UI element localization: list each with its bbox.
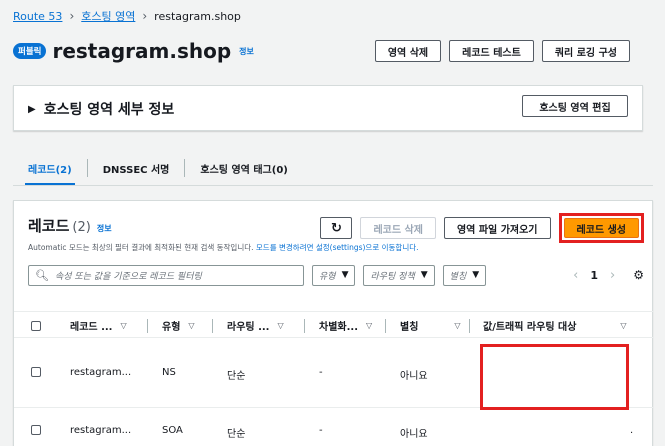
query-logging-button[interactable]: 쿼리 로깅 구성 <box>541 40 630 62</box>
tab-bar: 레코드(2) DNSSEC 서명 호스팅 영역 태그(0) <box>13 154 303 186</box>
create-record-button[interactable]: 레코드 생성 <box>563 218 639 238</box>
record-type: SOA <box>162 425 183 436</box>
refresh-button[interactable]: ↻ <box>320 217 353 239</box>
tab-underline <box>13 185 653 186</box>
record-differentiator: - <box>319 367 323 378</box>
pagination: ‹ 1 › ⚙ <box>573 264 644 286</box>
record-type: NS <box>162 367 176 378</box>
records-panel: 레코드 (2) 정보 Automatic 모드는 최상의 필터 결과에 최적화된… <box>13 200 654 446</box>
page-number[interactable]: 1 <box>590 269 598 282</box>
record-routing: 단순 <box>227 371 246 382</box>
chevron-right-icon: › <box>69 9 75 23</box>
page-header: 퍼블릭 restagram.shop 정보 <box>13 39 254 63</box>
sort-icon[interactable]: ▽ <box>366 321 372 330</box>
breadcrumb-route53[interactable]: Route 53 <box>13 10 62 23</box>
description-text: Automatic 모드는 최상의 필터 결과에 최적화된 현재 검색 동작입니… <box>28 243 256 252</box>
delete-record-button[interactable]: 레코드 삭제 <box>360 217 436 239</box>
record-differentiator: - <box>319 425 323 436</box>
col-alias[interactable]: 별칭 ▽ <box>400 312 461 339</box>
sort-icon[interactable]: ▽ <box>454 321 460 330</box>
redacted-value-box <box>480 344 629 410</box>
caret-right-icon: ▶ <box>28 103 36 115</box>
import-zone-file-button[interactable]: 영역 파일 가져오기 <box>443 217 551 239</box>
alias-filter-label: 별칭 <box>449 271 467 282</box>
highlight-box: 레코드 생성 <box>558 213 644 243</box>
col-label: 유형 <box>162 322 181 333</box>
record-name[interactable]: restagram... <box>70 425 131 436</box>
search-icon: 🔍︎ <box>35 268 49 282</box>
col-divider <box>469 319 470 333</box>
caret-down-icon: ▼ <box>420 270 428 280</box>
records-count: (2) <box>72 220 91 235</box>
records-title: 레코드 <box>28 217 70 235</box>
record-alias: 아니요 <box>400 371 428 382</box>
type-filter[interactable]: 유형 ▼ <box>312 264 356 286</box>
header-actions: 영역 삭제 레코드 테스트 쿼리 로깅 구성 <box>374 40 630 62</box>
col-label: 레코드 ... <box>70 322 113 333</box>
search-input[interactable]: 🔍︎ 속성 또는 값을 기준으로 레코드 필터링 <box>28 264 304 286</box>
sort-icon[interactable]: ▽ <box>277 321 283 330</box>
filter-row: 🔍︎ 속성 또는 값을 기준으로 레코드 필터링 유형 ▼ 라우팅 정책 ▼ 별칭 ▼… <box>28 264 644 286</box>
record-name[interactable]: restagram... <box>70 367 131 378</box>
col-label: 차별화... <box>319 322 358 333</box>
tab-records[interactable]: 레코드(2) <box>13 154 87 186</box>
record-value: . <box>630 425 634 436</box>
breadcrumb-hosted-zones[interactable]: 호스팅 영역 <box>81 8 135 24</box>
col-type[interactable]: 유형 ▽ <box>162 312 195 339</box>
col-record-name[interactable]: 레코드 ... ▽ <box>70 312 127 339</box>
col-divider <box>212 319 213 333</box>
details-label: 호스팅 영역 세부 정보 <box>43 102 175 118</box>
delete-zone-button[interactable]: 영역 삭제 <box>374 40 442 62</box>
next-page-icon[interactable]: › <box>610 268 615 283</box>
col-label: 별칭 <box>400 322 419 333</box>
sort-icon[interactable]: ▽ <box>188 321 194 330</box>
col-value[interactable]: 값/트래픽 라우팅 대상 ▽ <box>483 312 627 339</box>
checkbox[interactable] <box>31 367 41 377</box>
records-actions: ↻ 레코드 삭제 영역 파일 가져오기 레코드 생성 <box>320 213 644 243</box>
col-divider <box>304 319 305 333</box>
record-alias: 아니요 <box>400 429 428 440</box>
info-link[interactable]: 정보 <box>239 46 254 57</box>
details-toggle[interactable]: ▶ 호스팅 영역 세부 정보 <box>28 99 174 119</box>
records-description: Automatic 모드는 최상의 필터 결과에 최적화된 현재 검색 동작입니… <box>28 242 419 253</box>
table-row[interactable]: restagram... SOA 단순 - 아니요 . <box>14 409 654 446</box>
records-header: 레코드 (2) 정보 <box>28 215 112 236</box>
checkbox[interactable] <box>31 320 41 331</box>
row-checkbox[interactable] <box>31 425 41 435</box>
record-routing: 단순 <box>227 429 246 440</box>
public-badge: 퍼블릭 <box>13 43 47 59</box>
prev-page-icon[interactable]: ‹ <box>573 268 578 283</box>
page-title: restagram.shop <box>52 39 232 63</box>
records-info-link[interactable]: 정보 <box>97 223 112 234</box>
select-all-checkbox[interactable] <box>31 312 41 339</box>
row-checkbox[interactable] <box>31 367 41 377</box>
breadcrumb: Route 53 › 호스팅 영역 › restagram.shop <box>13 8 241 24</box>
routing-filter[interactable]: 라우팅 정책 ▼ <box>363 264 435 286</box>
caret-down-icon: ▼ <box>472 270 480 280</box>
alias-filter[interactable]: 별칭 ▼ <box>442 264 487 286</box>
gear-icon[interactable]: ⚙ <box>633 268 644 282</box>
type-filter-label: 유형 <box>319 271 336 282</box>
sort-icon[interactable]: ▽ <box>620 321 626 330</box>
tab-tags[interactable]: 호스팅 영역 태그(0) <box>185 154 302 182</box>
col-routing[interactable]: 라우팅 ... ▽ <box>227 312 284 339</box>
search-placeholder: 속성 또는 값을 기준으로 레코드 필터링 <box>54 271 202 282</box>
sort-icon[interactable]: ▽ <box>120 321 126 330</box>
test-record-button[interactable]: 레코드 테스트 <box>449 40 534 62</box>
breadcrumb-current: restagram.shop <box>154 9 241 23</box>
edit-zone-button[interactable]: 호스팅 영역 편집 <box>522 95 628 117</box>
col-label: 라우팅 ... <box>227 322 270 333</box>
checkbox[interactable] <box>31 425 41 435</box>
routing-filter-label: 라우팅 정책 <box>370 271 415 282</box>
hosted-zone-details-panel: ▶ 호스팅 영역 세부 정보 호스팅 영역 편집 <box>13 85 643 131</box>
caret-down-icon: ▼ <box>341 270 349 280</box>
table-header: 레코드 ... ▽ 유형 ▽ 라우팅 ... ▽ 차별화... ▽ 별칭 ▽ 값/트래픽 … <box>14 311 654 338</box>
col-divider <box>147 319 148 333</box>
col-label: 값/트래픽 라우팅 대상 <box>483 322 577 333</box>
tab-dnssec[interactable]: DNSSEC 서명 <box>88 154 185 182</box>
col-differentiator[interactable]: 차별화... ▽ <box>319 312 372 339</box>
col-divider <box>385 319 386 333</box>
settings-link[interactable]: 모드를 변경하려면 설정(settings)으로 이동합니다. <box>256 243 419 252</box>
chevron-right-icon: › <box>142 9 148 23</box>
